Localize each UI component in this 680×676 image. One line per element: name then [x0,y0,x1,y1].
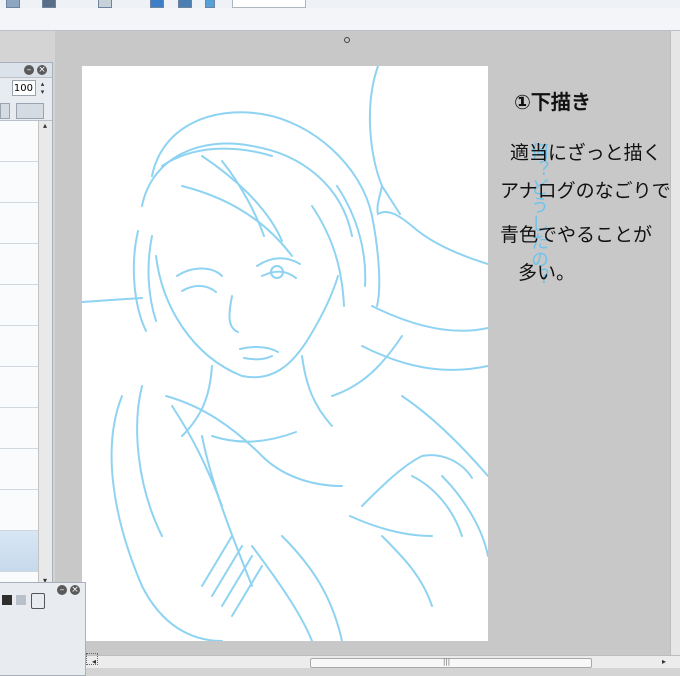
minimize-icon[interactable]: – [57,585,67,595]
split-icon[interactable] [178,0,192,8]
layer-list-scrollbar[interactable]: ▴ ▾ [38,121,51,588]
layer-list[interactable] [0,121,38,588]
save-icon[interactable] [150,0,164,8]
minimize-icon[interactable]: – [24,65,34,75]
blend-icon[interactable] [0,103,10,119]
grip-icon[interactable] [86,653,98,665]
scroll-right-button[interactable]: ▸ [659,657,669,667]
opacity-stepper[interactable]: ▴ ▾ [38,80,47,96]
note-line-4: 多い。 [518,262,576,284]
layer-row[interactable] [0,162,38,203]
trash-icon[interactable] [31,593,45,609]
layer-row[interactable] [0,449,38,490]
blend-icon[interactable] [16,595,26,605]
step-title: ①下描き [514,90,591,114]
layer-row[interactable] [0,203,38,244]
menu-strip [0,8,680,31]
layer-tools-row [0,100,52,121]
close-icon[interactable]: × [37,65,47,75]
canvas-paper[interactable]: 何？どうしたの？ [81,65,549,642]
layer-row-selected[interactable] [0,531,38,572]
layer-icon[interactable] [98,0,112,8]
scroll-thumb[interactable]: ||| [310,658,592,668]
close-icon[interactable]: × [70,585,80,595]
layer-icon[interactable] [2,595,12,605]
layer-row[interactable] [0,408,38,449]
layer-row[interactable] [0,244,38,285]
toolbar-field[interactable] [232,0,306,8]
layer-row[interactable] [0,367,38,408]
panel-header: – × [0,63,52,78]
layer-panel: – × 100 ▴ ▾ ▴ ▾ [0,62,53,594]
split-icon[interactable] [205,0,215,8]
clear-layer-icon[interactable] [16,103,44,119]
scroll-up-button[interactable]: ▴ [40,121,50,131]
layer-row[interactable] [0,490,38,531]
scroll-grip: ||| [443,658,451,666]
note-line-3: 青色でやることが [500,224,653,246]
layer-row[interactable] [0,285,38,326]
sketch-drawing [81,65,489,642]
vertical-scrollbar[interactable] [670,31,680,655]
note-line-1: 適当にざっと描く [510,142,662,164]
layer-row[interactable] [0,326,38,367]
opacity-field[interactable]: 100 [12,80,36,96]
layer-row[interactable] [0,121,38,162]
file-icon[interactable] [6,0,20,8]
horizontal-scrollbar[interactable]: ◂ ||| ▸ [85,655,680,668]
note-line-2: アナログのなごりで [500,180,671,202]
canvas-center-marker [344,37,350,43]
image-icon[interactable] [42,0,56,8]
secondary-panel: – × [0,582,98,676]
